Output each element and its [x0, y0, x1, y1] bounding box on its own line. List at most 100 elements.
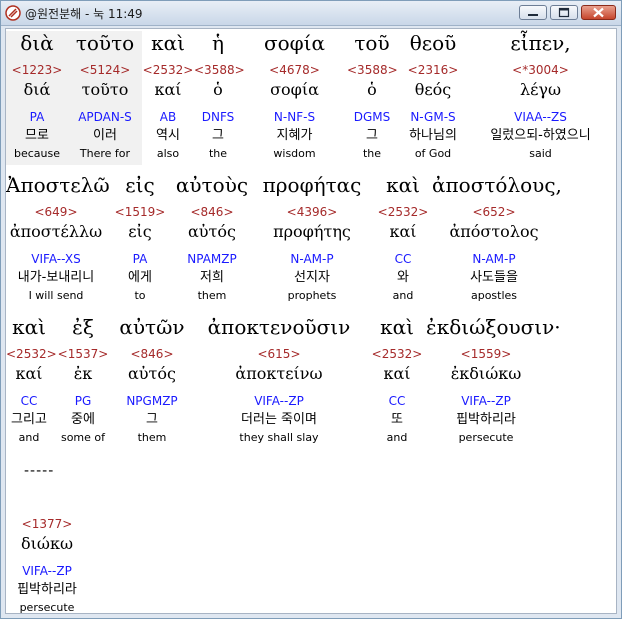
word-korean: 에게	[128, 270, 152, 285]
word-strong: <2532>	[142, 63, 194, 77]
word-english: and	[18, 431, 40, 444]
word-parse: VIFA--ZP	[22, 564, 72, 578]
word-parse: DNFS	[201, 110, 235, 124]
word-strong: <615>	[257, 347, 301, 361]
word-cell[interactable]: διὰ <1223> διά PA 므로 because	[6, 31, 68, 165]
word-korean: 중에	[71, 412, 95, 427]
word-greek: καὶ	[380, 315, 414, 339]
word-greek: ἀποστόλους,	[432, 173, 562, 197]
word-cell[interactable]: ἡ <3588> ὁ DNFS 그 the	[194, 31, 245, 165]
word-parse: CC	[388, 394, 406, 408]
word-korean: 므로	[25, 128, 49, 143]
word-english: wisdom	[273, 147, 316, 160]
word-greek: εἰς	[125, 173, 155, 197]
word-cell[interactable]: Ἀποστελῶ <649> ἀποστέλλω VIFA--XS 내가-보내리니 I w…	[6, 173, 110, 307]
word-cell[interactable]: καὶ <2532> καί CC 또 and	[368, 315, 426, 449]
word-cell[interactable]: ἐκδιώξουσιν· <1559> ἐκδιώκω VIFA--ZP 핍박하리라 pe…	[426, 315, 561, 449]
minimize-icon	[528, 14, 538, 16]
word-korean: 핍박하리라	[17, 582, 77, 597]
word-strong: <4396>	[286, 205, 338, 219]
word-greek: ἐξ	[72, 315, 94, 339]
word-lemma: καί	[383, 364, 411, 383]
word-strong: <1223>	[11, 63, 63, 77]
word-cell[interactable]: ἀποστόλους, <652> ἀπόστολος N-AM-P 사도들을 apost…	[432, 173, 562, 307]
word-strong: <4678>	[269, 63, 320, 77]
word-cell[interactable]: εἶπεν, <*3004> λέγω VIAA--ZS 일렀으되-하였으니 said	[469, 31, 612, 165]
word-parse: NPAMZP	[187, 252, 237, 266]
analysis-pane[interactable]: ----- διὰ <1223> διά PA 므로 because τοῦτο <5124>…	[5, 28, 617, 614]
word-cell[interactable]: καὶ <2532> καί AB 역시 also	[142, 31, 194, 165]
word-english: because	[13, 147, 60, 160]
word-parse: PA	[29, 110, 45, 124]
word-greek: αὐτοὺς	[175, 173, 249, 197]
word-cell[interactable]: θεοῦ <2316> θεός N-GM-S 하나님의 of God	[397, 31, 469, 165]
word-greek: τοῦτο	[75, 31, 135, 55]
close-icon	[593, 7, 604, 18]
word-greek	[6, 485, 88, 509]
word-parse: N-AM-P	[290, 252, 334, 266]
word-parse: APDAN-S	[78, 110, 132, 124]
word-lemma: διά	[23, 80, 51, 99]
word-cell[interactable]: καὶ <2532> καί CC 와 and	[374, 173, 432, 307]
word-korean: 또	[391, 412, 403, 427]
word-strong: <3588>	[347, 63, 398, 77]
word-cell[interactable]: αὐτῶν <846> αὐτός NPGMZP 그 them	[114, 315, 190, 449]
word-korean: 내가-보내리니	[17, 270, 95, 285]
word-strong: <1537>	[57, 347, 109, 361]
word-lemma: προφήτης	[273, 222, 351, 241]
scroll-icon[interactable]	[5, 5, 21, 21]
verse-separator: -----	[24, 463, 55, 479]
word-english: they shall slay	[239, 431, 319, 444]
word-cell[interactable]: καὶ <2532> καί CC 그리고 and	[6, 315, 57, 449]
word-strong: <1559>	[460, 347, 512, 361]
word-strong: <649>	[34, 205, 78, 219]
word-lemma: εἰς	[128, 222, 152, 241]
word-greek: καὶ	[151, 31, 185, 55]
word-korean: 그	[366, 128, 378, 143]
word-cell[interactable]: αὐτοὺς <846> αὐτός NPAMZP 저희 them	[174, 173, 250, 307]
word-parse: VIFA--ZP	[254, 394, 304, 408]
word-strong: <1377>	[21, 517, 73, 531]
word-greek: διὰ	[20, 31, 54, 55]
maximize-button[interactable]	[550, 5, 578, 20]
word-lemma: θεός	[414, 80, 452, 99]
minimize-button[interactable]	[519, 5, 547, 20]
word-korean: 일렀으되-하였으니	[490, 128, 591, 143]
word-korean: 와	[397, 270, 409, 285]
word-lemma: ἐκδιώκω	[450, 364, 522, 383]
word-greek: καὶ	[386, 173, 420, 197]
word-strong: <5124>	[79, 63, 131, 77]
title-bar[interactable]: @원전분해 - 눅 11:49	[1, 1, 621, 26]
word-cell[interactable]: προφήτας <4396> προφήτης N-AM-P 선지자 prophets	[250, 173, 374, 307]
word-greek: θεοῦ	[409, 31, 457, 55]
word-english: to	[134, 289, 146, 302]
word-lemma: καί	[15, 364, 43, 383]
word-strong: <1519>	[114, 205, 166, 219]
word-lemma: λέγω	[519, 80, 562, 99]
word-strong: <*3004>	[512, 63, 569, 77]
word-cell[interactable]: ἐξ <1537> ἐκ PG 중에 some of	[52, 315, 114, 449]
word-korean: 그	[146, 412, 158, 427]
word-cell[interactable]: τοῦ <3588> ὁ DGMS 그 the	[347, 31, 398, 165]
word-strong: <2316>	[407, 63, 459, 77]
word-strong: <2532>	[6, 347, 57, 361]
word-cell[interactable]: τοῦτο <5124> τοῦτο APDAN-S 이러 There for	[68, 31, 142, 165]
word-parse: PG	[74, 394, 92, 408]
word-cell[interactable]: εἰς <1519> εἰς PA 에게 to	[106, 173, 174, 307]
word-strong: <846>	[130, 347, 174, 361]
window-title: @원전분해 - 눅 11:49	[25, 7, 143, 21]
word-cell[interactable]: <1377> διώκω VIFA--ZP 핍박하리라 persecute	[6, 485, 88, 613]
word-lemma: αὐτός	[188, 222, 236, 241]
close-button[interactable]	[581, 5, 616, 20]
word-cell[interactable]: ἀποκτενοῦσιν <615> ἀποκτείνω VIFA--ZP 더러는 죽이…	[190, 315, 368, 449]
word-lemma: ἀποκτείνω	[235, 364, 323, 383]
word-strong: <2532>	[371, 347, 423, 361]
word-strong: <846>	[190, 205, 234, 219]
word-parse: N-AM-P	[472, 252, 516, 266]
word-greek: ἀποκτενοῦσιν	[207, 315, 351, 339]
word-greek: ἡ	[212, 31, 224, 55]
word-greek: εἶπεν,	[510, 31, 571, 55]
word-parse: CC	[394, 252, 412, 266]
word-lemma: ἀπόστολος	[449, 222, 539, 241]
word-cell[interactable]: σοφία <4678> σοφία N-NF-S 지혜가 wisdom	[242, 31, 347, 165]
